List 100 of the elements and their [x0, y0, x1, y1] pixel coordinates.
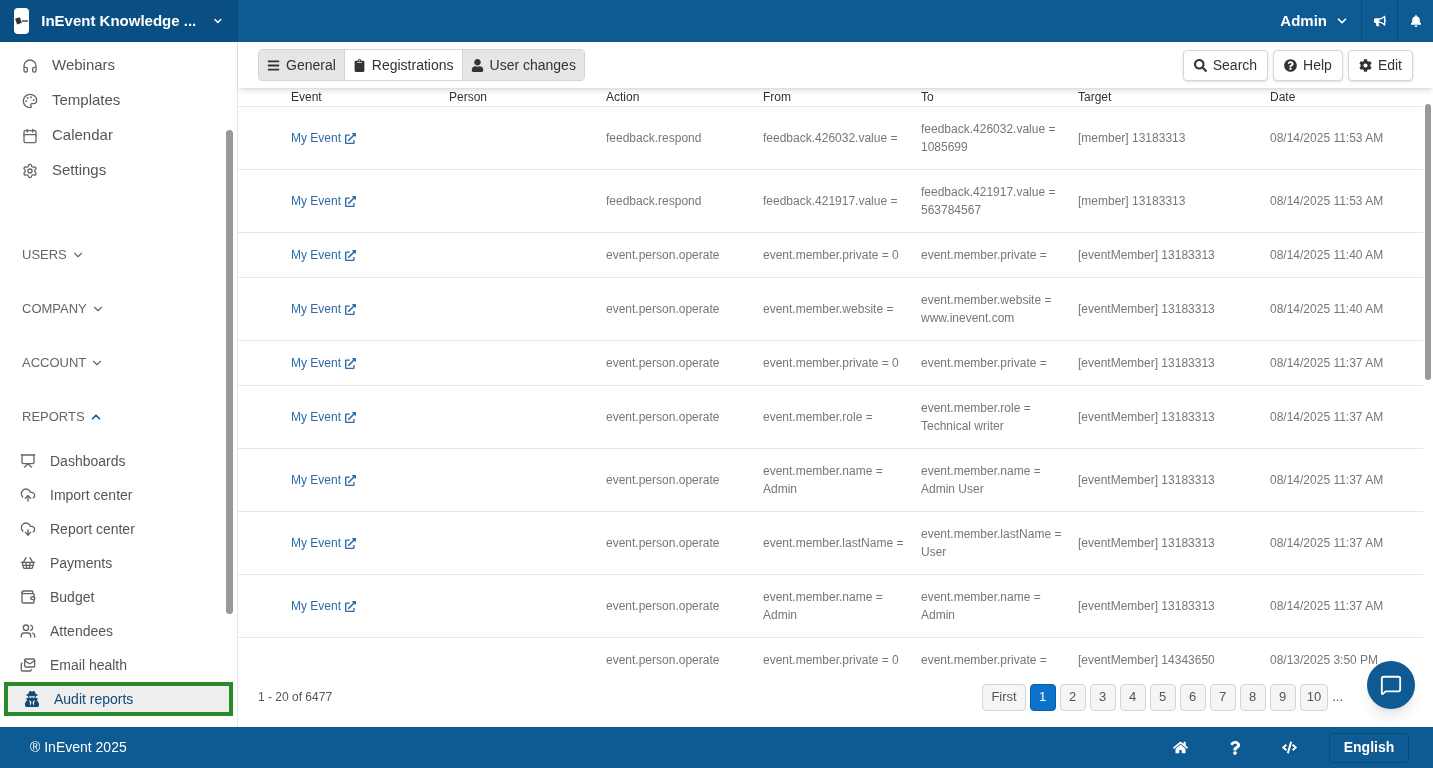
event-link[interactable]: My Event	[291, 129, 356, 147]
pagination-ellipsis: ...	[1332, 688, 1343, 707]
table-cell-text: event.person.operate	[606, 247, 721, 264]
page-button[interactable]: 2	[1059, 683, 1086, 711]
page-button[interactable]: 1	[1029, 683, 1056, 711]
scrollbar-thumb[interactable]	[1425, 104, 1431, 380]
user-menu[interactable]: Admin	[1268, 0, 1361, 42]
table-cell-text: event.person.operate	[606, 598, 721, 615]
table-cell-text: event.member.lastName = User	[921, 526, 1063, 561]
table-cell-text: 08/14/2025 11:40 AM	[1270, 247, 1385, 264]
event-link[interactable]: My Event	[291, 192, 356, 210]
copyright-text: ® InEvent 2025	[30, 738, 127, 757]
table-cell-text: feedback.426032.value =	[763, 130, 899, 147]
column-header[interactable]: Date	[1270, 88, 1423, 106]
table-cell-text: 08/13/2025 3:50 PM	[1270, 652, 1380, 667]
external-link-icon	[345, 537, 356, 549]
table-cell-text: 08/14/2025 11:40 AM	[1270, 301, 1385, 318]
sidebar-item[interactable]: Calendar	[22, 118, 237, 153]
help-icon	[1284, 58, 1298, 72]
sidebar-item[interactable]: Import center	[0, 478, 237, 512]
section-header[interactable]: ACCOUNT	[0, 336, 237, 390]
column-header[interactable]: Person	[449, 88, 606, 106]
megaphone-icon[interactable]	[1373, 15, 1386, 27]
table-cell-text: 08/14/2025 11:37 AM	[1270, 472, 1385, 489]
table-cell-text: event.person.operate	[606, 409, 721, 426]
table-cell-text: 08/14/2025 11:37 AM	[1270, 598, 1385, 615]
cloud-download-icon	[20, 521, 36, 537]
sidebar-item[interactable]: Budget	[0, 580, 237, 614]
table-cell-text: 08/14/2025 11:37 AM	[1270, 355, 1385, 372]
table-cell-text: 08/14/2025 11:53 AM	[1270, 130, 1385, 147]
page-button[interactable]: 10	[1299, 683, 1329, 711]
first-page-button[interactable]: First	[982, 683, 1026, 711]
event-link[interactable]: My Event	[291, 408, 356, 426]
headset-icon	[22, 57, 38, 74]
table-cell-text: event.person.operate	[606, 472, 721, 489]
bell-icon[interactable]	[1409, 15, 1422, 27]
scrollbar-thumb[interactable]	[226, 130, 233, 614]
table-cell-text: [eventMember] 14343650	[1078, 652, 1216, 667]
language-select[interactable]: English	[1329, 732, 1409, 763]
section-header[interactable]: COMPANY	[0, 282, 237, 336]
column-header[interactable]: Target	[1078, 88, 1270, 106]
page-button[interactable]: 4	[1119, 683, 1146, 711]
external-link-icon	[345, 411, 356, 423]
user-icon	[470, 58, 484, 72]
page-button[interactable]: 7	[1209, 683, 1236, 711]
sidebar-item[interactable]: Payments	[0, 546, 237, 580]
spy-icon	[24, 691, 40, 707]
toolbar-button[interactable]: Edit	[1347, 49, 1413, 81]
table-cell-text: event.member.name = Admin	[763, 589, 884, 624]
help-icon[interactable]	[1228, 740, 1242, 755]
page-button[interactable]: 9	[1269, 683, 1296, 711]
sidebar-item[interactable]: Attendees	[0, 614, 237, 648]
sidebar-item[interactable]: Templates	[22, 83, 237, 118]
sidebar-item[interactable]: Report center	[0, 512, 237, 546]
table-cell-text: [eventMember] 13183313	[1078, 355, 1216, 372]
code-icon[interactable]	[1282, 740, 1297, 755]
page-button[interactable]: 8	[1239, 683, 1266, 711]
column-header[interactable]: Event	[291, 88, 449, 106]
event-link[interactable]: My Event	[291, 471, 356, 489]
toolbar-button[interactable]: Search	[1182, 49, 1269, 81]
table-cell-text: event.member.name = Admin User	[921, 463, 1042, 498]
column-header[interactable]: From	[763, 88, 921, 106]
table-cell-text: [member] 13183313	[1078, 193, 1187, 210]
table-cell-text: [eventMember] 13183313	[1078, 409, 1216, 426]
table-cell-text: 08/14/2025 11:37 AM	[1270, 409, 1385, 426]
tab[interactable]: General	[259, 50, 345, 80]
section-header[interactable]: USERS	[0, 228, 237, 282]
table-cell-text: [eventMember] 13183313	[1078, 598, 1216, 615]
sidebar-item[interactable]: Webinars	[22, 48, 237, 83]
page-button[interactable]: 5	[1149, 683, 1176, 711]
result-count: 1 - 20 of 6477	[258, 689, 333, 706]
event-link[interactable]: My Event	[291, 300, 356, 318]
sidebar-item[interactable]: Settings	[22, 153, 237, 188]
column-header[interactable]: To	[921, 88, 1078, 106]
table-cell-text: event.person.operate	[606, 535, 721, 552]
home-icon[interactable]	[1173, 740, 1188, 755]
table-cell-text: feedback.respond	[606, 130, 703, 147]
sidebar-item[interactable]: Audit reports	[4, 682, 233, 716]
table-cell-text: event.member.website = www.inevent.com	[921, 292, 1053, 327]
table-cell-text: event.member.private = 0	[763, 247, 900, 264]
sidebar-item[interactable]: Email health	[0, 648, 237, 682]
section-header[interactable]: REPORTS	[0, 390, 237, 444]
page-button[interactable]: 3	[1089, 683, 1116, 711]
toolbar-button[interactable]: Help	[1273, 49, 1343, 81]
table-cell-text: event.member.private = 0	[763, 355, 900, 372]
event-link[interactable]: My Event	[291, 597, 356, 615]
event-link[interactable]: My Event	[291, 354, 356, 372]
table-cell-text: feedback.426032.value = 1085699	[921, 121, 1057, 156]
page-button[interactable]: 6	[1179, 683, 1206, 711]
people-icon	[20, 623, 36, 639]
table-cell-text: [eventMember] 13183313	[1078, 247, 1216, 264]
basket-icon	[20, 555, 36, 571]
event-link[interactable]: My Event	[291, 246, 356, 264]
clipboard-icon	[352, 58, 366, 72]
column-header[interactable]: Action	[606, 88, 763, 106]
table-cell-text: [member] 13183313	[1078, 130, 1187, 147]
table-cell-text: event.member.name = Admin	[921, 589, 1042, 624]
tab[interactable]: User changes	[462, 50, 584, 80]
sidebar-item[interactable]: Dashboards	[0, 444, 237, 478]
event-link[interactable]: My Event	[291, 534, 356, 552]
